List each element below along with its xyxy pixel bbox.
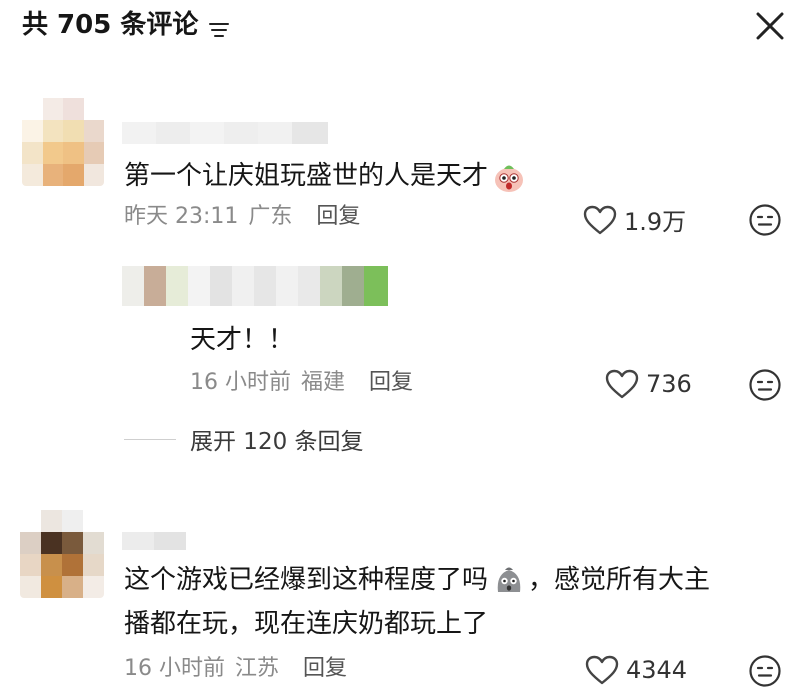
- emoji-reaction-button[interactable]: [748, 654, 782, 688]
- close-button[interactable]: [752, 8, 788, 44]
- reply-button[interactable]: 回复: [316, 202, 360, 232]
- like-button[interactable]: 1.9万: [582, 202, 686, 237]
- shocked-gray-face-emoji: [497, 567, 521, 592]
- reply-time: 16 小时前: [190, 370, 291, 395]
- reply-meta: 16 小时前 福建 回复: [190, 368, 413, 398]
- comments-header: 共 705 条评论: [0, 0, 807, 56]
- neutral-face-icon: [749, 204, 781, 236]
- reply-body: 天才！！: [190, 325, 295, 355]
- avatar[interactable]: [22, 98, 104, 186]
- reply-location: 福建: [301, 370, 346, 395]
- heart-icon: [583, 205, 617, 234]
- like-button[interactable]: 4344: [584, 654, 687, 686]
- comment-time: 昨天 23:11: [124, 204, 239, 229]
- comment-meta: 昨天 23:11 广东 回复: [124, 202, 360, 232]
- close-x-icon: [756, 12, 784, 40]
- divider-line: [124, 438, 176, 440]
- reply-button[interactable]: 回复: [303, 654, 347, 684]
- comment-location: 广东: [248, 204, 293, 229]
- avatar[interactable]: [20, 510, 104, 598]
- like-count: 1.9万: [624, 208, 687, 236]
- comment-body: 第一个让庆姐玩盛世的人是天才: [124, 161, 489, 191]
- comment-text: 第一个让庆姐玩盛世的人是天才: [124, 154, 528, 198]
- reply-text: 天才！！: [190, 318, 294, 362]
- username-blurred[interactable]: [122, 122, 328, 144]
- emoji-reaction-button[interactable]: [748, 203, 782, 237]
- reply-username-blurred[interactable]: [122, 266, 390, 306]
- comment-body-part1: 这个游戏已经爆到这种程度了吗: [124, 565, 489, 595]
- heart-icon: [585, 655, 619, 685]
- expand-replies-button[interactable]: 展开 120 条回复: [124, 422, 364, 456]
- comment-body-part2: ，感觉所有大主: [528, 565, 711, 595]
- neutral-face-icon: [749, 369, 781, 401]
- comment-time: 16 小时前: [124, 656, 225, 681]
- like-count: 4344: [626, 656, 688, 684]
- expand-replies-label: 展开 120 条回复: [190, 429, 364, 455]
- comment-body-line2: 播都在玩，现在连庆奶都玩上了: [124, 609, 489, 639]
- filter-lines-icon[interactable]: [208, 15, 230, 37]
- emoji-reaction-button[interactable]: [748, 368, 782, 402]
- heart-icon: [605, 369, 639, 399]
- comment-count-label: 共 705 条评论: [22, 10, 199, 40]
- comment-text: 这个游戏已经爆到这种程度了吗 ，感觉所有大主 播都在玩，现在连庆奶都玩上了: [124, 558, 774, 646]
- like-button[interactable]: 736: [604, 368, 692, 400]
- shocked-face-emoji: [495, 165, 524, 192]
- reply-button[interactable]: 回复: [369, 368, 413, 398]
- username-blurred[interactable]: [122, 532, 186, 550]
- comment-location: 江苏: [235, 656, 280, 681]
- neutral-face-icon: [749, 655, 781, 687]
- comment-count-title: 共 705 条评论: [22, 8, 230, 42]
- like-count: 736: [646, 370, 692, 398]
- comment-meta: 16 小时前 江苏 回复: [124, 654, 347, 684]
